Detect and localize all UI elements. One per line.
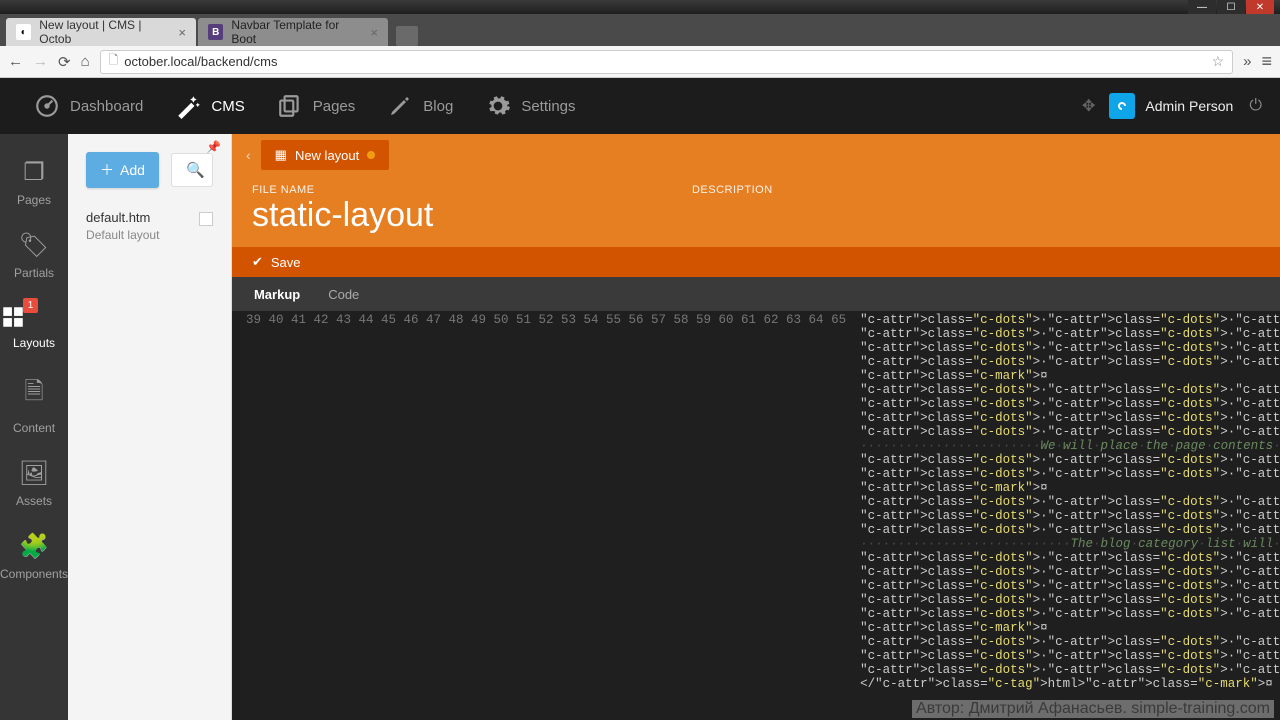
sidebar-label: Assets bbox=[16, 494, 52, 508]
search-icon: 🔍 bbox=[186, 161, 205, 179]
save-label: Save bbox=[271, 255, 301, 270]
filename-label: FILE NAME bbox=[252, 184, 632, 196]
sidebar-label: Layouts bbox=[13, 336, 55, 350]
page-icon: 🗋 bbox=[109, 51, 119, 72]
file-list-panel: 📌 ＋ Add 🔍 default.htm Default layout bbox=[68, 134, 232, 720]
code-tab-code[interactable]: Code bbox=[314, 279, 373, 310]
chrome-menu-button[interactable]: ≡ bbox=[1261, 51, 1272, 72]
sidebar-label: Pages bbox=[17, 193, 51, 207]
url-text: october.local/backend/cms bbox=[124, 54, 1211, 69]
bookmark-star-icon[interactable]: ☆ bbox=[1212, 53, 1225, 70]
editor-form-header: ˆ FILE NAME DESCRIPTION bbox=[232, 176, 1280, 247]
tab-close-icon[interactable]: × bbox=[178, 25, 186, 40]
editor-actions: ✔ Save bbox=[232, 247, 1280, 277]
browser-tab-title: New layout | CMS | Octob bbox=[39, 18, 170, 46]
cms-sidebar: ❐ Pages 🏷 Partials 1 Layouts 🗎 Content 🖼… bbox=[0, 134, 68, 720]
nav-label: Blog bbox=[423, 98, 453, 115]
editor-panel: ‹ ▦ New layout › ˆ FILE NAME DESCRIPTION bbox=[232, 134, 1280, 720]
line-gutter: 39 40 41 42 43 44 45 46 47 48 49 50 51 5… bbox=[232, 311, 854, 720]
sidebar-item-components[interactable]: 🧩 Components bbox=[0, 522, 68, 595]
sidebar-label: Content bbox=[13, 421, 55, 435]
sidebar-item-partials[interactable]: 🏷 Partials bbox=[0, 221, 68, 294]
copy-icon bbox=[277, 93, 303, 119]
browser-tab-inactive[interactable]: B Navbar Template for Boot × bbox=[198, 18, 388, 46]
sidebar-item-pages[interactable]: ❐ Pages bbox=[0, 148, 68, 221]
description-label: DESCRIPTION bbox=[692, 184, 773, 196]
add-label: Add bbox=[120, 162, 145, 178]
copy-icon: ❐ bbox=[0, 158, 68, 187]
code-tab-bar: Markup Code bbox=[232, 277, 1280, 311]
file-name: default.htm bbox=[86, 210, 213, 225]
october-favicon-icon: ◐ bbox=[16, 24, 31, 40]
file-description: Default layout bbox=[86, 228, 213, 242]
plus-icon: ＋ bbox=[100, 160, 114, 180]
tags-icon: 🏷 bbox=[0, 231, 68, 260]
nav-pages[interactable]: Pages bbox=[261, 78, 372, 134]
tab-prev-icon[interactable]: ‹ bbox=[242, 147, 255, 163]
nav-dashboard[interactable]: Dashboard bbox=[18, 78, 159, 134]
nav-label: CMS bbox=[211, 98, 244, 115]
image-icon: 🖼 bbox=[0, 459, 68, 488]
bootstrap-favicon-icon: B bbox=[208, 24, 223, 40]
window-titlebar: — ☐ ✕ bbox=[0, 0, 1280, 14]
unsaved-dot-icon bbox=[367, 151, 375, 159]
editor-tab[interactable]: ▦ New layout bbox=[261, 140, 390, 170]
avatar[interactable] bbox=[1109, 93, 1135, 119]
code-editor[interactable]: 39 40 41 42 43 44 45 46 47 48 49 50 51 5… bbox=[232, 311, 1280, 720]
browser-toolbar: ← → ⟳ ⌂ 🗋 october.local/backend/cms ☆ » … bbox=[0, 46, 1280, 78]
sidebar-item-content[interactable]: 🗎 Content bbox=[0, 364, 68, 449]
window-close-button[interactable]: ✕ bbox=[1246, 0, 1274, 14]
reload-button[interactable]: ⟳ bbox=[58, 53, 71, 71]
watermark-text: Автор: Дмитрий Афанасьев. simple-trainin… bbox=[912, 700, 1274, 718]
back-button[interactable]: ← bbox=[8, 53, 23, 70]
add-button[interactable]: ＋ Add bbox=[86, 152, 159, 188]
nav-blog[interactable]: Blog bbox=[371, 78, 469, 134]
pin-icon[interactable]: 📌 bbox=[206, 140, 221, 154]
user-name[interactable]: Admin Person bbox=[1145, 98, 1233, 114]
nav-settings[interactable]: Settings bbox=[469, 78, 591, 134]
nav-label: Dashboard bbox=[70, 98, 143, 115]
save-button[interactable]: ✔ Save bbox=[252, 254, 301, 270]
sidebar-label: Components bbox=[0, 567, 68, 581]
new-tab-button[interactable] bbox=[396, 26, 418, 46]
nav-label: Settings bbox=[521, 98, 575, 115]
dashboard-icon bbox=[34, 93, 60, 119]
browser-tab-title: Navbar Template for Boot bbox=[231, 18, 362, 46]
sidebar-item-layouts[interactable]: 1 Layouts bbox=[0, 294, 68, 364]
home-button[interactable]: ⌂ bbox=[81, 53, 90, 70]
sidebar-item-assets[interactable]: 🖼 Assets bbox=[0, 449, 68, 522]
browser-tabstrip: ◐ New layout | CMS | Octob × B Navbar Te… bbox=[0, 14, 1280, 46]
check-icon: ✔ bbox=[252, 254, 263, 270]
gear-icon bbox=[485, 93, 511, 119]
overflow-icon[interactable]: » bbox=[1243, 53, 1251, 70]
filename-input[interactable] bbox=[252, 196, 632, 235]
tab-close-icon[interactable]: × bbox=[370, 25, 378, 40]
code-content[interactable]: "c-attr">class="c-dots">·"c-attr">class=… bbox=[854, 311, 1280, 720]
window-minimize-button[interactable]: — bbox=[1188, 0, 1216, 14]
logout-icon[interactable]: ⏻ bbox=[1249, 97, 1262, 115]
browser-tab-active[interactable]: ◐ New layout | CMS | Octob × bbox=[6, 18, 196, 46]
app-topbar: Dashboard CMS Pages Blog Settings ✥ Admi… bbox=[0, 78, 1280, 134]
editor-tabline: ‹ ▦ New layout › bbox=[232, 134, 1280, 176]
window-maximize-button[interactable]: ☐ bbox=[1217, 0, 1245, 14]
pencil-icon bbox=[387, 93, 413, 119]
address-bar[interactable]: 🗋 october.local/backend/cms ☆ bbox=[100, 50, 1234, 74]
magic-wand-icon bbox=[175, 93, 201, 119]
grid-small-icon: ▦ bbox=[275, 147, 287, 163]
code-tab-markup[interactable]: Markup bbox=[240, 279, 314, 310]
sidebar-label: Partials bbox=[14, 266, 54, 280]
nav-label: Pages bbox=[313, 98, 356, 115]
editor-tab-label: New layout bbox=[295, 148, 359, 163]
file-icon: 🗎 bbox=[0, 374, 68, 415]
puzzle-icon: 🧩 bbox=[0, 532, 68, 561]
forward-button[interactable]: → bbox=[33, 53, 48, 70]
nav-cms[interactable]: CMS bbox=[159, 78, 260, 134]
file-checkbox[interactable] bbox=[199, 212, 213, 226]
badge: 1 bbox=[23, 298, 38, 313]
move-icon[interactable]: ✥ bbox=[1082, 96, 1095, 116]
file-list-item[interactable]: default.htm Default layout bbox=[68, 200, 231, 252]
